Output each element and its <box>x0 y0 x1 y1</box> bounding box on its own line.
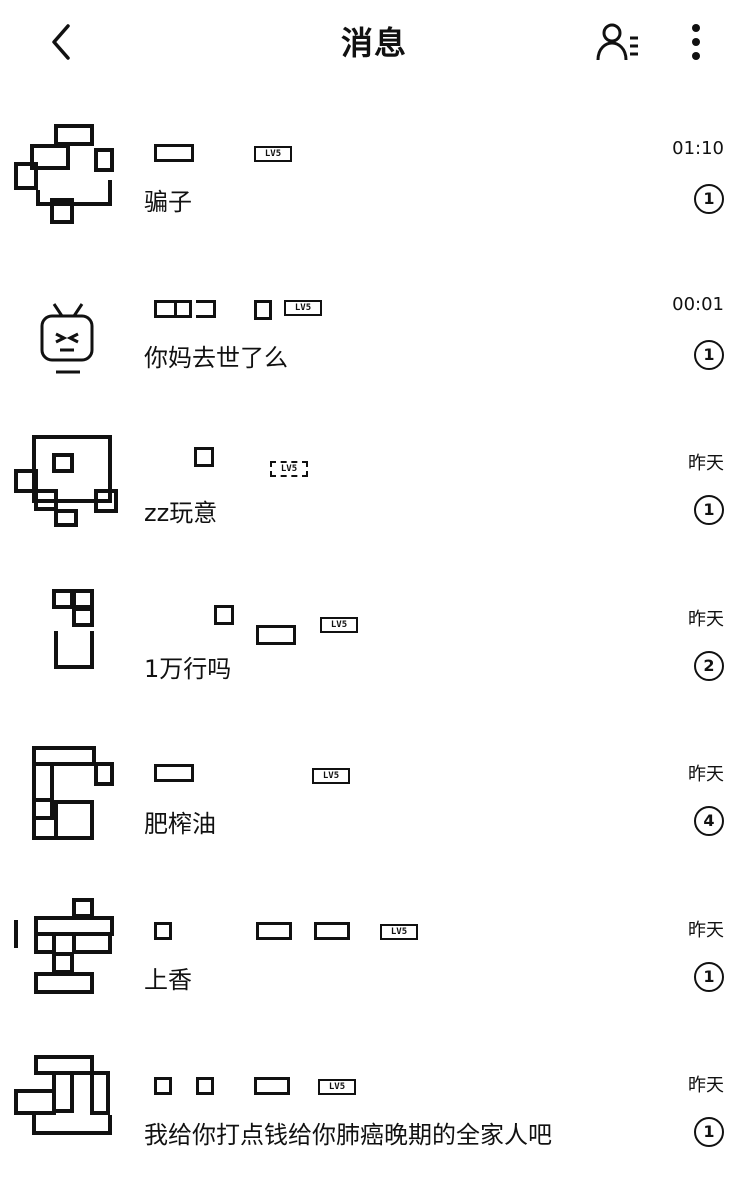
timestamp: 昨天 <box>688 1075 724 1096</box>
avatar <box>40 302 94 373</box>
unread-badge: 1 <box>694 495 724 525</box>
avatar <box>52 588 94 669</box>
contact-name: LV5 <box>146 447 386 477</box>
message-preview: 骗子 <box>144 188 192 216</box>
unread-badge: 2 <box>694 650 724 681</box>
more-vertical-icon[interactable] <box>676 18 716 66</box>
timestamp: 00:01 <box>672 293 724 315</box>
conversation-item[interactable]: LV5 我给你打点钱给你肺癌晚期的全家人吧 昨天 1 <box>0 1041 748 1197</box>
contact-name: LV5 <box>146 1069 386 1099</box>
avatar <box>14 897 114 994</box>
message-preview: 1万行吗 <box>144 654 232 683</box>
contact-name: LV5 <box>146 136 386 166</box>
message-preview: 上香 <box>144 965 192 994</box>
contact-name: LV5 <box>146 292 386 322</box>
contact-name: LV5 <box>146 758 386 788</box>
conversation-item[interactable]: LV5 zz玩意 昨天 1 <box>0 419 748 575</box>
unread-badge: 1 <box>694 184 724 214</box>
timestamp: 01:10 <box>672 138 724 159</box>
avatar <box>32 746 114 840</box>
timestamp: 昨天 <box>688 608 724 630</box>
timestamp: 昨天 <box>688 764 724 785</box>
message-preview: 肥榨油 <box>144 810 216 838</box>
contact-name: LV5 <box>146 914 418 944</box>
avatar <box>14 435 118 527</box>
top-bar: 消息 <box>0 0 748 90</box>
message-preview: 我给你打点钱给你肺癌晚期的全家人吧 <box>144 1121 552 1149</box>
unread-badge: 4 <box>694 806 724 836</box>
unread-badge: 1 <box>694 961 724 992</box>
conversation-list: LV5 骗子 01:10 1 LV5 你妈去世了么 00:01 1 LV5 zz… <box>0 108 748 1197</box>
avatar <box>14 1055 112 1135</box>
message-preview: zz玩意 <box>144 499 218 527</box>
conversation-item[interactable]: LV5 上香 昨天 1 <box>0 886 748 1042</box>
contact-name: LV5 <box>146 603 386 645</box>
message-preview: 你妈去世了么 <box>144 343 288 372</box>
contacts-list-icon[interactable] <box>594 18 642 66</box>
avatar <box>14 124 114 224</box>
unread-badge: 1 <box>694 1117 724 1147</box>
conversation-item[interactable]: LV5 你妈去世了么 00:01 1 <box>0 264 748 420</box>
conversation-item[interactable]: LV5 1万行吗 昨天 2 <box>0 575 748 731</box>
conversation-item[interactable]: LV5 骗子 01:10 1 <box>0 108 748 264</box>
timestamp: 昨天 <box>688 919 724 941</box>
conversation-item[interactable]: LV5 肥榨油 昨天 4 <box>0 730 748 886</box>
timestamp: 昨天 <box>688 453 724 474</box>
unread-badge: 1 <box>694 339 724 370</box>
